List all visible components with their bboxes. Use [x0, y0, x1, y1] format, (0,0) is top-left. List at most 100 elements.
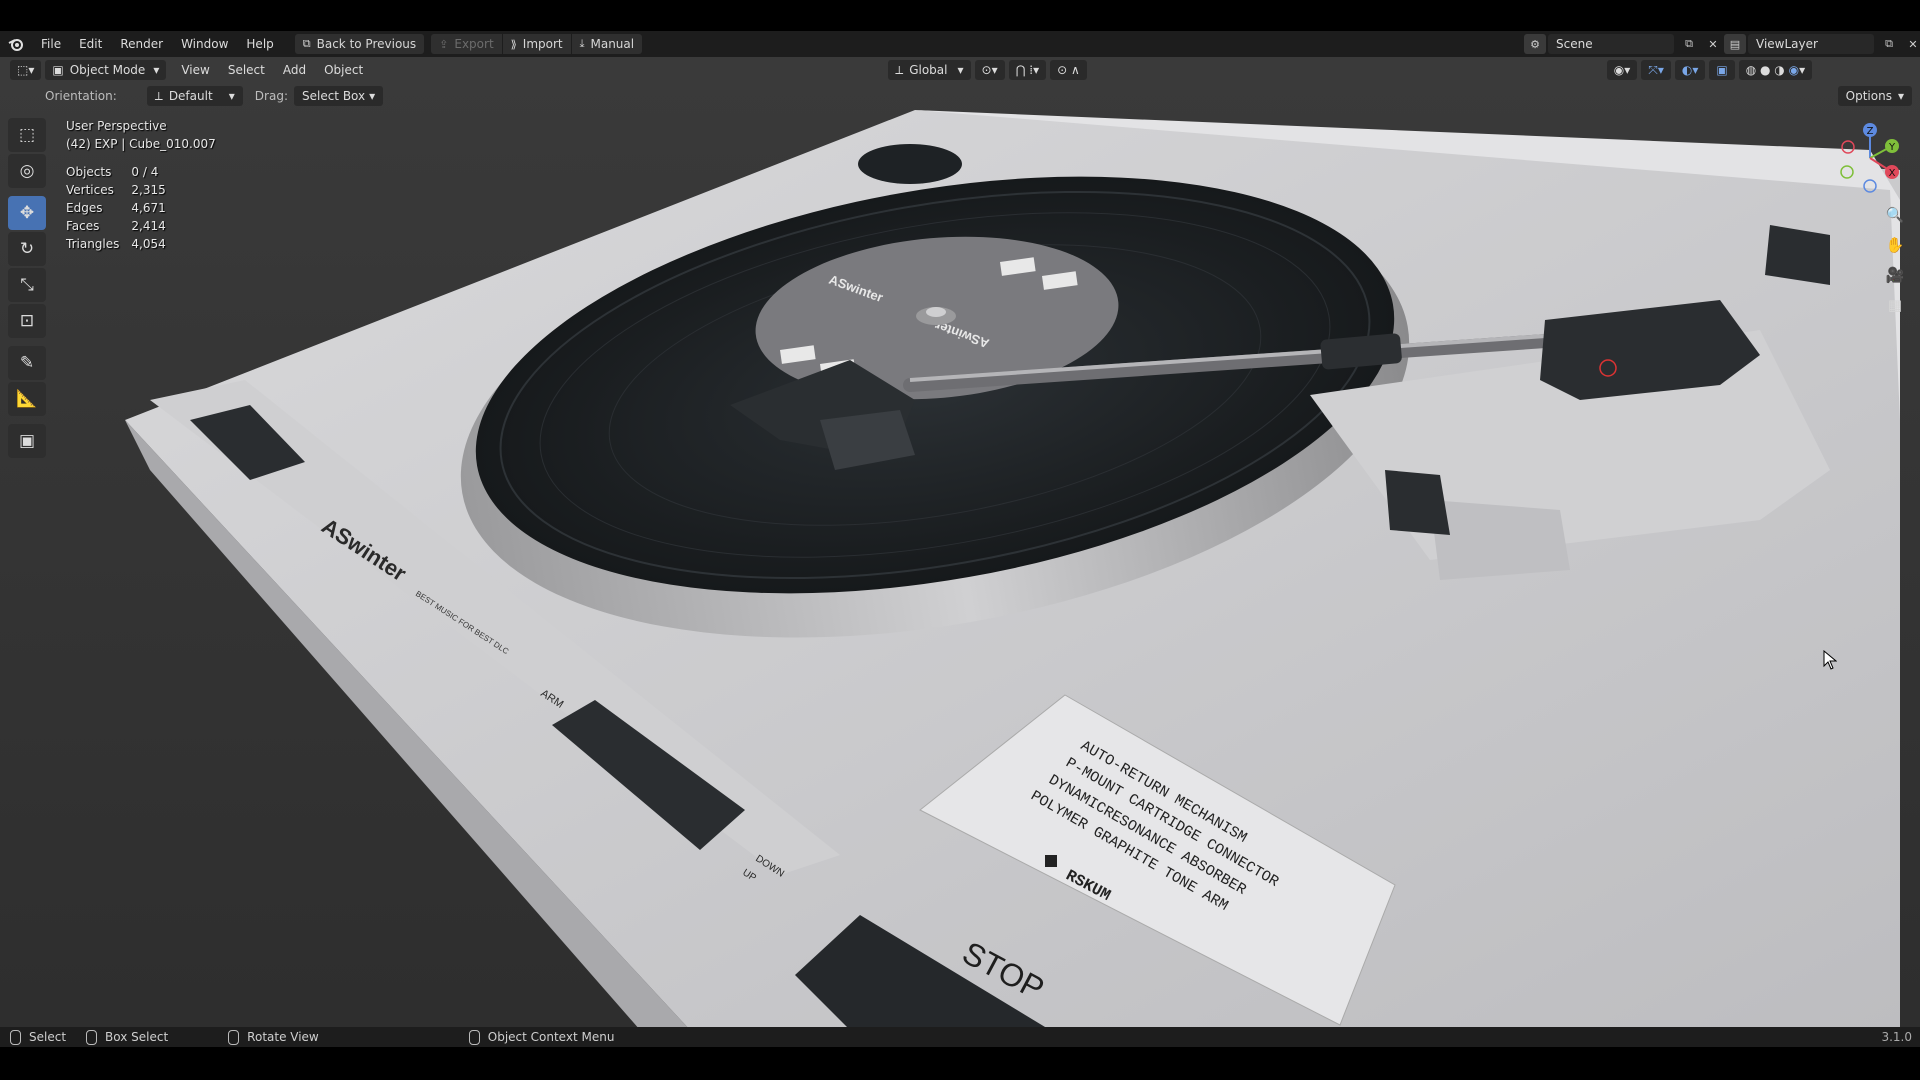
- import-label: Import: [522, 37, 563, 51]
- pan-hand-icon[interactable]: ✋: [1880, 230, 1910, 260]
- export-button[interactable]: ⇪ Export: [431, 34, 502, 54]
- viewlayer-copy-icon[interactable]: ⧉: [1878, 34, 1900, 54]
- menu-object[interactable]: Object: [315, 63, 372, 77]
- back-to-previous-button[interactable]: ⧉ Back to Previous: [294, 34, 425, 54]
- screen-back-icon: ⧉: [302, 37, 311, 50]
- editor-type-button[interactable]: ⬚▾: [10, 60, 42, 80]
- menu-view[interactable]: View: [172, 63, 218, 77]
- visibility-dropdown[interactable]: ◉▾: [1606, 60, 1638, 80]
- mode-dropdown[interactable]: ▣ Object Mode ▾: [45, 60, 167, 80]
- pivot-point-button[interactable]: ⊙▾: [974, 60, 1005, 80]
- object-mode-icon: ▣: [52, 63, 64, 77]
- gizmo-toggle[interactable]: ⤧▾: [1641, 60, 1671, 80]
- object-info: (42) EXP | Cube_010.007: [66, 137, 216, 151]
- navigation-gizmo[interactable]: Z Y X: [1820, 118, 1910, 198]
- rotate-icon: ↻: [19, 239, 35, 259]
- mouse-right-icon: [468, 1029, 480, 1045]
- menu-help[interactable]: Help: [237, 31, 282, 57]
- stat-value: 0 / 4: [131, 165, 159, 179]
- chevron-down-icon: ▾: [957, 63, 964, 77]
- svg-text:X: X: [1889, 168, 1896, 179]
- menu-window[interactable]: Window: [172, 31, 237, 57]
- select-box-tool[interactable]: ⬚: [8, 118, 46, 152]
- version-label: 3.1.0: [1881, 1030, 1912, 1044]
- options-dropdown[interactable]: Options ▾: [1837, 86, 1912, 106]
- options-label: Options: [1845, 89, 1892, 103]
- stat-label: Faces: [66, 219, 100, 233]
- zoom-icon[interactable]: 🔍: [1880, 200, 1910, 230]
- menu-add[interactable]: Add: [274, 63, 315, 77]
- cursor-icon: ◎: [19, 161, 35, 181]
- stat-row: Vertices 2,315: [66, 181, 178, 199]
- bottom-letterbox: [0, 1047, 1920, 1080]
- menu-select[interactable]: Select: [219, 63, 274, 77]
- scene-statistics: Objects 0 / 4 Vertices 2,315 Edges 4,671 Fa…: [66, 163, 178, 253]
- status-box-select-label: Box Select: [105, 1030, 169, 1044]
- transform-tool[interactable]: ⊡: [8, 304, 46, 338]
- stat-label: Triangles: [66, 237, 120, 251]
- menu-edit[interactable]: Edit: [70, 31, 111, 57]
- shading-icon: ◍ ● ◑ ◉▾: [1745, 63, 1806, 77]
- orientation-dropdown[interactable]: ⟂ Default ▾: [146, 86, 243, 106]
- mouse-middle-icon: [228, 1029, 240, 1045]
- status-select-label: Select: [29, 1030, 67, 1044]
- chevron-down-icon: ▾: [228, 89, 235, 103]
- orientation-icon: ⟂: [154, 89, 163, 103]
- overlay-toggle[interactable]: ◐▾: [1674, 60, 1706, 80]
- 3d-viewport[interactable]: ASwinter ASwinter ASwinter BEST MUSIC FO…: [0, 57, 1920, 1027]
- navigation-buttons: 🔍 ✋ 🎥 ▦: [1880, 200, 1910, 320]
- tool-shelf: ⬚ ◎ ✥ ↻ ⤡ ⊡ ✎ 📐 ▣: [8, 118, 48, 460]
- pencil-icon: ✎: [19, 353, 35, 373]
- move-tool[interactable]: ✥: [8, 196, 46, 230]
- viewlayer-browse-icon[interactable]: ▤: [1724, 34, 1746, 54]
- add-cube-tool[interactable]: ▣: [8, 424, 46, 458]
- import-button[interactable]: ⟫ Import: [502, 34, 571, 54]
- camera-icon[interactable]: 🎥: [1880, 260, 1910, 290]
- scene-close-icon[interactable]: ✕: [1702, 34, 1724, 54]
- snap-toggle[interactable]: ⋂ ⁞▾: [1008, 60, 1047, 80]
- grid-perspective-icon[interactable]: ▦: [1880, 290, 1910, 320]
- ruler-icon: 📐: [16, 389, 38, 409]
- stat-value: 2,315: [131, 183, 166, 197]
- import-export-group: ⇪ Export ⟫ Import ⤓ Manual: [430, 34, 643, 54]
- rotate-tool[interactable]: ↻: [8, 232, 46, 266]
- stat-row: Objects 0 / 4: [66, 163, 178, 181]
- adapter-puck: [858, 144, 962, 184]
- transform-orientation-dropdown[interactable]: ⟂ Global ▾: [888, 60, 971, 80]
- menu-render[interactable]: Render: [111, 31, 172, 57]
- viewlayer-selector: ▤ ViewLayer ⧉ ✕: [1724, 34, 1920, 54]
- back-to-previous-label: Back to Previous: [316, 37, 417, 51]
- blender-logo-icon[interactable]: [0, 31, 32, 57]
- status-context: Object Context Menu: [468, 1029, 615, 1045]
- stat-label: Objects: [66, 165, 112, 179]
- cursor-tool[interactable]: ◎: [8, 154, 46, 188]
- scene-copy-icon[interactable]: ⧉: [1678, 34, 1700, 54]
- manual-label: Manual: [590, 37, 635, 51]
- xray-toggle[interactable]: ▣: [1709, 60, 1735, 80]
- annotate-tool[interactable]: ✎: [8, 346, 46, 380]
- scale-tool[interactable]: ⤡: [8, 268, 46, 302]
- viewlayer-close-icon[interactable]: ✕: [1902, 34, 1920, 54]
- stat-value: 2,414: [131, 219, 166, 233]
- shading-modes[interactable]: ◍ ● ◑ ◉▾: [1738, 60, 1813, 80]
- proportional-edit-toggle[interactable]: ⊙ ∧: [1050, 60, 1087, 80]
- status-context-label: Object Context Menu: [487, 1030, 615, 1044]
- manual-button[interactable]: ⤓ Manual: [571, 34, 643, 54]
- svg-text:Y: Y: [1888, 142, 1896, 153]
- stat-label: Vertices: [66, 183, 114, 197]
- export-icon: ⇪: [439, 37, 449, 51]
- measure-tool[interactable]: 📐: [8, 382, 46, 416]
- menu-file[interactable]: File: [32, 31, 70, 57]
- status-rotate: Rotate View: [228, 1029, 319, 1045]
- scene-browse-icon[interactable]: ⚙: [1524, 34, 1546, 54]
- viewlayer-name-field[interactable]: ViewLayer: [1748, 34, 1874, 54]
- svg-text:Z: Z: [1867, 126, 1874, 137]
- editor-type-icon: ⬚▾: [17, 63, 35, 77]
- orientation-icon: ⟂: [895, 62, 904, 77]
- status-bar: Select Box Select Rotate View Object Con…: [0, 1027, 1920, 1047]
- mouse-left-icon: [10, 1029, 21, 1045]
- scene-name-field[interactable]: Scene: [1548, 34, 1674, 54]
- drag-label: Drag:: [254, 89, 288, 103]
- drag-dropdown[interactable]: Select Box ▾: [293, 86, 384, 106]
- download-icon: ⤓: [579, 37, 585, 50]
